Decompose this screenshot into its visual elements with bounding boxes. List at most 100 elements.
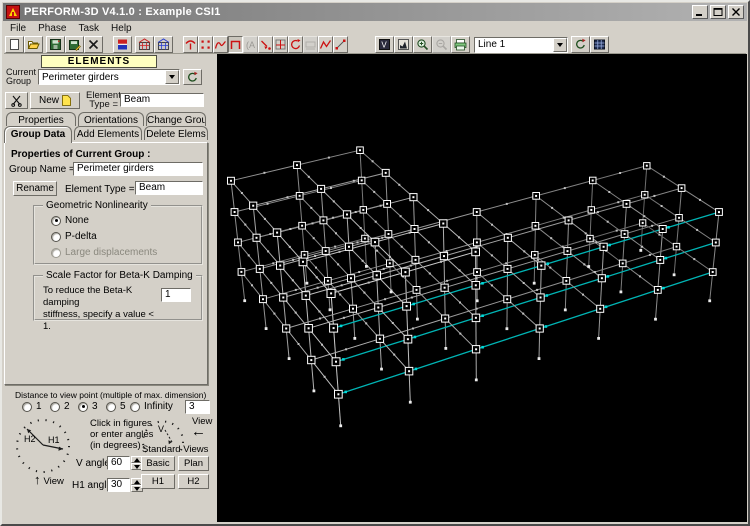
damping-value-field[interactable]: 1 (161, 288, 191, 302)
print-button[interactable] (451, 36, 470, 53)
standard-view-basic-button[interactable]: Basic (141, 456, 175, 471)
phase-flag-button[interactable] (113, 36, 132, 53)
frame-grid-button[interactable] (590, 36, 609, 53)
radio-geom-p-delta[interactable]: P-delta (51, 231, 97, 242)
toolbar: (A V Line 1 (4, 35, 746, 54)
zoom-in-icon (417, 39, 429, 51)
standard-view-h2-button[interactable]: H2 (178, 474, 209, 489)
load-rotate-button[interactable] (288, 36, 303, 53)
delete-icon (88, 39, 99, 50)
open-icon (27, 41, 40, 49)
close-button[interactable] (728, 5, 744, 19)
new-group-button[interactable]: New (30, 92, 80, 109)
menu-item-phase[interactable]: Phase (32, 23, 72, 34)
component-properties-button[interactable] (213, 36, 228, 53)
radio-distance-infinity[interactable]: Infinity (130, 401, 173, 412)
h-angle-dial[interactable]: H2 H1 (8, 412, 76, 478)
tab-orientations[interactable]: Orientations (78, 112, 144, 126)
limit-states-button[interactable] (318, 36, 333, 53)
maximize-button[interactable] (710, 5, 726, 19)
zoom-out-icon (436, 39, 448, 51)
redraw-button[interactable] (571, 36, 590, 53)
element-type-field-2[interactable]: Beam (135, 181, 203, 195)
elements-button[interactable] (228, 36, 243, 53)
tab-properties[interactable]: Properties (6, 112, 76, 126)
refresh-group-button[interactable] (183, 69, 202, 85)
minimize-button[interactable] (692, 5, 708, 19)
dial-h2-label: H2 (24, 434, 36, 444)
standard-view-plan-button[interactable]: Plan (178, 456, 209, 471)
current-group-select[interactable]: Perimeter girders (38, 69, 180, 85)
nodes-button[interactable] (198, 36, 213, 53)
radio-distance-2[interactable]: 2 (50, 401, 70, 412)
delete-button[interactable] (84, 36, 103, 53)
radio-distance-1[interactable]: 1 (22, 401, 42, 412)
gravity-loads-button[interactable] (183, 36, 198, 53)
model-viewport[interactable] (217, 54, 747, 522)
save-button[interactable] (46, 36, 65, 53)
new-button-label: New (38, 95, 59, 106)
view-direction-bottom: ↑ View (34, 473, 64, 487)
tab-change-group[interactable]: Change Group (146, 112, 206, 126)
dial-v-label: V (158, 424, 164, 434)
radio-dot (22, 401, 32, 412)
chevron-down-icon[interactable] (553, 37, 567, 52)
modify-structure-button[interactable] (135, 36, 154, 53)
svg-text:V: V (381, 41, 387, 50)
rename-button[interactable]: Rename (13, 181, 57, 196)
v-angle-label: V angle (76, 458, 110, 469)
radio-dot (50, 401, 60, 412)
zoom-in-button[interactable] (413, 36, 432, 53)
group-name-field[interactable]: Perimeter girders (73, 162, 203, 176)
menu-item-task[interactable]: Task (72, 23, 105, 34)
dial-h1-label: H1 (48, 435, 60, 445)
load-rotate-icon (290, 39, 301, 50)
new-button[interactable] (5, 36, 24, 53)
elements-panel: ELEMENTS Current Group Perimeter girders… (2, 54, 217, 522)
delete-group-button[interactable] (5, 92, 28, 109)
standard-views-label: Standard Views (142, 444, 209, 455)
save-as-icon (69, 40, 81, 51)
scissors-icon (11, 95, 22, 107)
svg-text:(A: (A (246, 40, 255, 50)
tab-delete-elems[interactable]: Delete Elems (144, 126, 208, 140)
group-name-label: Group Name = (9, 164, 75, 175)
chevron-down-icon[interactable] (165, 70, 179, 84)
phase-flag-icon (118, 39, 127, 50)
view-label-bottom: View (43, 476, 64, 487)
viewport (217, 54, 747, 522)
menu-item-file[interactable]: File (4, 23, 32, 34)
gravity-loads-icon (185, 40, 196, 50)
plot-person-button[interactable] (394, 36, 413, 53)
tab-add-elements[interactable]: Add Elements (74, 126, 142, 140)
save-as-button[interactable] (65, 36, 84, 53)
view-structure-button[interactable] (154, 36, 173, 53)
open-button[interactable] (24, 36, 43, 53)
radio-dot (78, 401, 88, 412)
text-note-icon: (A (246, 40, 255, 50)
radio-dot (51, 247, 61, 258)
element-type-label-2: Element Type = (65, 184, 135, 195)
radio-dot (106, 401, 116, 412)
drifts-button[interactable] (258, 36, 273, 53)
app-icon (6, 5, 20, 19)
frame-grid-icon (594, 39, 605, 50)
tab-group-data[interactable]: Group Data (4, 126, 72, 143)
component-properties-icon (214, 40, 226, 49)
radio-distance-5[interactable]: 5 (106, 401, 126, 412)
radio-distance-3[interactable]: 3 (78, 401, 98, 412)
radio-geom-none[interactable]: None (51, 215, 89, 226)
title-bar: PERFORM-3D V4.1.0 : Example CSI1 (3, 3, 747, 21)
slaved-constraints-button[interactable] (333, 36, 348, 53)
window-title: PERFORM-3D V4.1.0 : Example CSI1 (24, 6, 221, 18)
structure-sections-button[interactable] (273, 36, 288, 53)
menu-item-help[interactable]: Help (105, 23, 138, 34)
h1-angle-field[interactable]: 30 (107, 478, 130, 492)
element-type-field[interactable]: Beam (120, 93, 204, 107)
view-selector[interactable]: Line 1 (474, 36, 568, 53)
v-angle-field[interactable]: 60 (107, 456, 130, 470)
text-note-button: (A (243, 36, 258, 53)
saved-views-button[interactable]: V (375, 36, 394, 53)
view-structure-icon (157, 38, 170, 50)
standard-view-h1-button[interactable]: H1 (141, 474, 175, 489)
